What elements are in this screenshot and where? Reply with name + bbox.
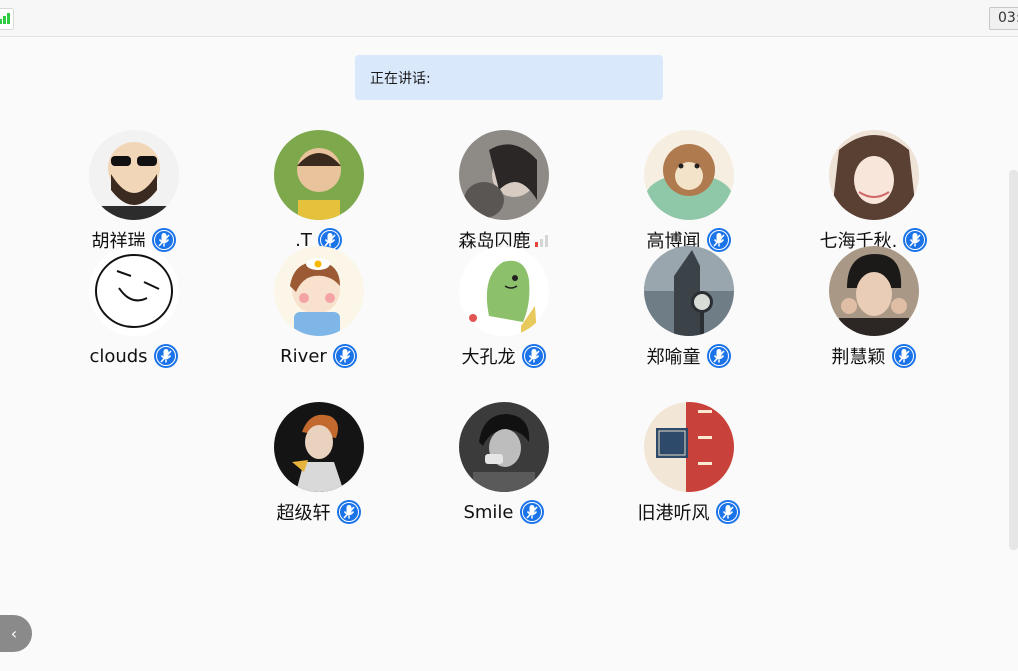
avatar[interactable] bbox=[459, 402, 549, 492]
mic-icon[interactable] bbox=[336, 499, 362, 525]
avatar[interactable] bbox=[829, 246, 919, 336]
top-bar: 03: bbox=[0, 0, 1018, 37]
mic-icon[interactable] bbox=[153, 343, 179, 369]
avatar[interactable] bbox=[829, 130, 919, 220]
scroll-mask bbox=[0, 100, 1000, 130]
avatar[interactable] bbox=[644, 130, 734, 220]
member-name: 郑喻童 bbox=[646, 347, 701, 368]
member-card[interactable]: 旧港听风 bbox=[614, 402, 764, 532]
member-name: River bbox=[280, 345, 327, 367]
avatar[interactable] bbox=[459, 130, 549, 220]
member-card[interactable]: River bbox=[244, 246, 394, 376]
avatar[interactable] bbox=[274, 130, 364, 220]
member-card[interactable]: clouds bbox=[59, 246, 209, 376]
avatar[interactable] bbox=[644, 402, 734, 492]
avatar[interactable] bbox=[644, 246, 734, 336]
scrollbar[interactable] bbox=[1009, 170, 1018, 550]
member-card[interactable]: 超级轩 bbox=[244, 402, 394, 532]
mic-icon[interactable] bbox=[519, 499, 545, 525]
avatar[interactable] bbox=[89, 130, 179, 220]
mic-icon[interactable] bbox=[332, 343, 358, 369]
member-name: 荆慧颖 bbox=[831, 347, 886, 368]
speaking-indicator: 正在讲话: bbox=[355, 55, 663, 100]
member-name: Smile bbox=[463, 501, 514, 523]
avatar[interactable] bbox=[459, 246, 549, 336]
mic-icon[interactable] bbox=[706, 343, 732, 369]
back-button[interactable]: ‹ bbox=[0, 615, 32, 652]
signal-strength-icon bbox=[0, 8, 14, 30]
member-card[interactable]: Smile bbox=[429, 402, 579, 532]
member-name: 超级轩 bbox=[276, 503, 331, 524]
member-card[interactable]: 大孔龙 bbox=[429, 246, 579, 376]
member-name: 大孔龙 bbox=[461, 347, 516, 368]
mic-icon[interactable] bbox=[891, 343, 917, 369]
member-name: clouds bbox=[89, 345, 148, 367]
member-card[interactable]: 荆慧颖 bbox=[799, 246, 949, 376]
avatar[interactable] bbox=[89, 246, 179, 336]
member-name: 旧港听风 bbox=[637, 503, 710, 524]
member-card[interactable]: 郑喻童 bbox=[614, 246, 764, 376]
avatar[interactable] bbox=[274, 402, 364, 492]
mic-icon[interactable] bbox=[521, 343, 547, 369]
avatar[interactable] bbox=[274, 246, 364, 336]
mic-icon[interactable] bbox=[715, 499, 741, 525]
call-timer: 03: bbox=[989, 7, 1018, 30]
chevron-left-icon: ‹ bbox=[10, 624, 18, 643]
